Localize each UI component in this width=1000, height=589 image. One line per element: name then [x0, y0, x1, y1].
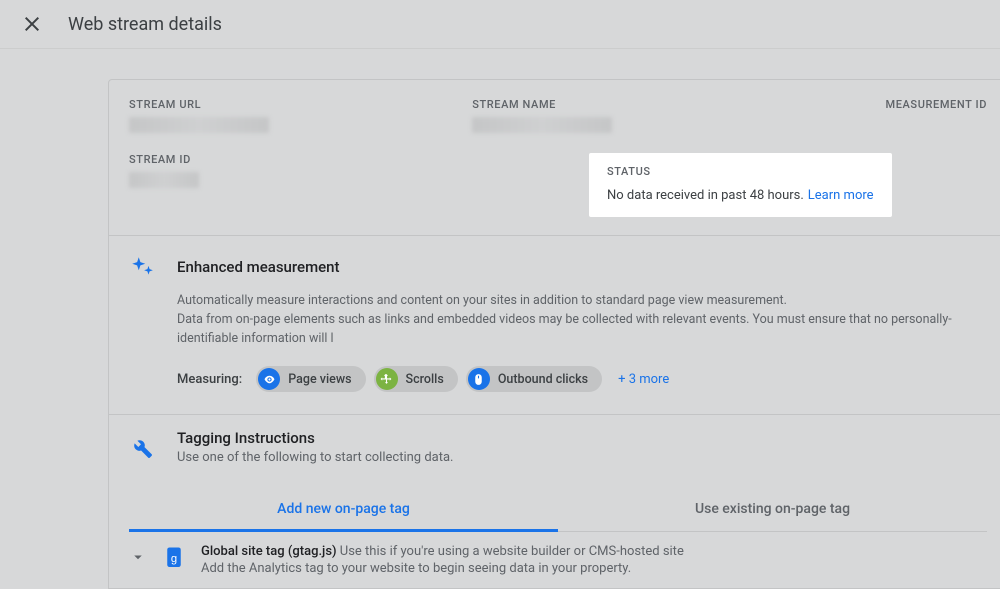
stream-summary-row1: STREAM URL STREAM NAME MEASUREMENT ID — [109, 80, 1000, 147]
sparkle-icon — [129, 254, 155, 280]
tagging-title: Tagging Instructions — [177, 429, 453, 447]
wrench-icon — [129, 435, 153, 459]
close-icon[interactable] — [20, 12, 44, 36]
tagging-section: Tagging Instructions Use one of the foll… — [109, 415, 1000, 532]
tagging-header: Tagging Instructions Use one of the foll… — [129, 429, 987, 465]
stream-url-column: STREAM URL — [129, 98, 472, 137]
gtag-icon: g — [165, 546, 183, 568]
stream-url-value — [129, 117, 269, 133]
gtag-subtext: Add the Analytics tag to your website to… — [201, 561, 684, 576]
tab-add-new-tag[interactable]: Add new on-page tag — [129, 491, 558, 532]
enhanced-desc-line1: Automatically measure interactions and c… — [177, 292, 987, 311]
measuring-label: Measuring: — [177, 372, 242, 387]
enhanced-measurement-section: Enhanced measurement Automatically measu… — [109, 236, 1000, 415]
pill-scrolls: Scrolls — [374, 366, 458, 392]
measurement-id-label: MEASUREMENT ID — [815, 98, 987, 111]
measuring-row: Measuring: Page views Scrolls Outbound c… — [177, 366, 987, 392]
page-title: Web stream details — [68, 14, 222, 35]
tagging-tabs: Add new on-page tag Use existing on-page… — [129, 491, 987, 532]
status-label: STATUS — [607, 165, 874, 178]
header-bar: Web stream details — [0, 0, 1000, 49]
learn-more-link[interactable]: Learn more — [808, 188, 874, 203]
pill-label: Page views — [288, 372, 351, 387]
chevron-down-icon[interactable] — [129, 548, 147, 566]
pill-page-views: Page views — [256, 366, 365, 392]
enhanced-description: Automatically measure interactions and c… — [177, 292, 987, 348]
stream-id-label: STREAM ID — [129, 153, 359, 166]
scroll-icon — [376, 368, 398, 390]
measurement-id-column: MEASUREMENT ID — [815, 98, 987, 137]
status-card: STATUS No data received in past 48 hours… — [589, 153, 892, 217]
stream-name-column: STREAM NAME — [472, 98, 815, 137]
tagging-title-block: Tagging Instructions Use one of the foll… — [177, 429, 453, 465]
enhanced-header: Enhanced measurement — [129, 254, 987, 280]
pill-label: Scrolls — [406, 372, 444, 387]
mouse-icon — [468, 368, 490, 390]
stream-name-value — [472, 117, 612, 133]
eye-icon — [258, 368, 280, 390]
stream-url-label: STREAM URL — [129, 98, 472, 111]
gtag-hint: Use this if you're using a website build… — [340, 544, 684, 559]
pill-outbound-clicks: Outbound clicks — [466, 366, 602, 392]
gtag-title: Global site tag (gtag.js) — [201, 544, 340, 559]
enhanced-desc-line2: Data from on-page elements such as links… — [177, 311, 987, 349]
svg-text:g: g — [171, 553, 177, 565]
stream-id-value — [129, 172, 199, 188]
more-pills-link[interactable]: + 3 more — [618, 372, 669, 387]
status-message: No data received in past 48 hours. — [607, 188, 804, 203]
enhanced-title: Enhanced measurement — [177, 258, 340, 276]
pill-label: Outbound clicks — [498, 372, 588, 387]
stream-name-label: STREAM NAME — [472, 98, 815, 111]
gtag-text: Global site tag (gtag.js) Use this if yo… — [201, 544, 684, 576]
stream-id-column: STREAM ID — [129, 153, 359, 217]
gtag-row[interactable]: g Global site tag (gtag.js) Use this if … — [109, 532, 1000, 588]
main-panel: STREAM URL STREAM NAME MEASUREMENT ID ST… — [108, 79, 1000, 589]
tab-use-existing-tag[interactable]: Use existing on-page tag — [558, 491, 987, 532]
tagging-subtitle: Use one of the following to start collec… — [177, 450, 453, 465]
stream-summary-row2: STREAM ID STATUS No data received in pas… — [109, 147, 1000, 236]
